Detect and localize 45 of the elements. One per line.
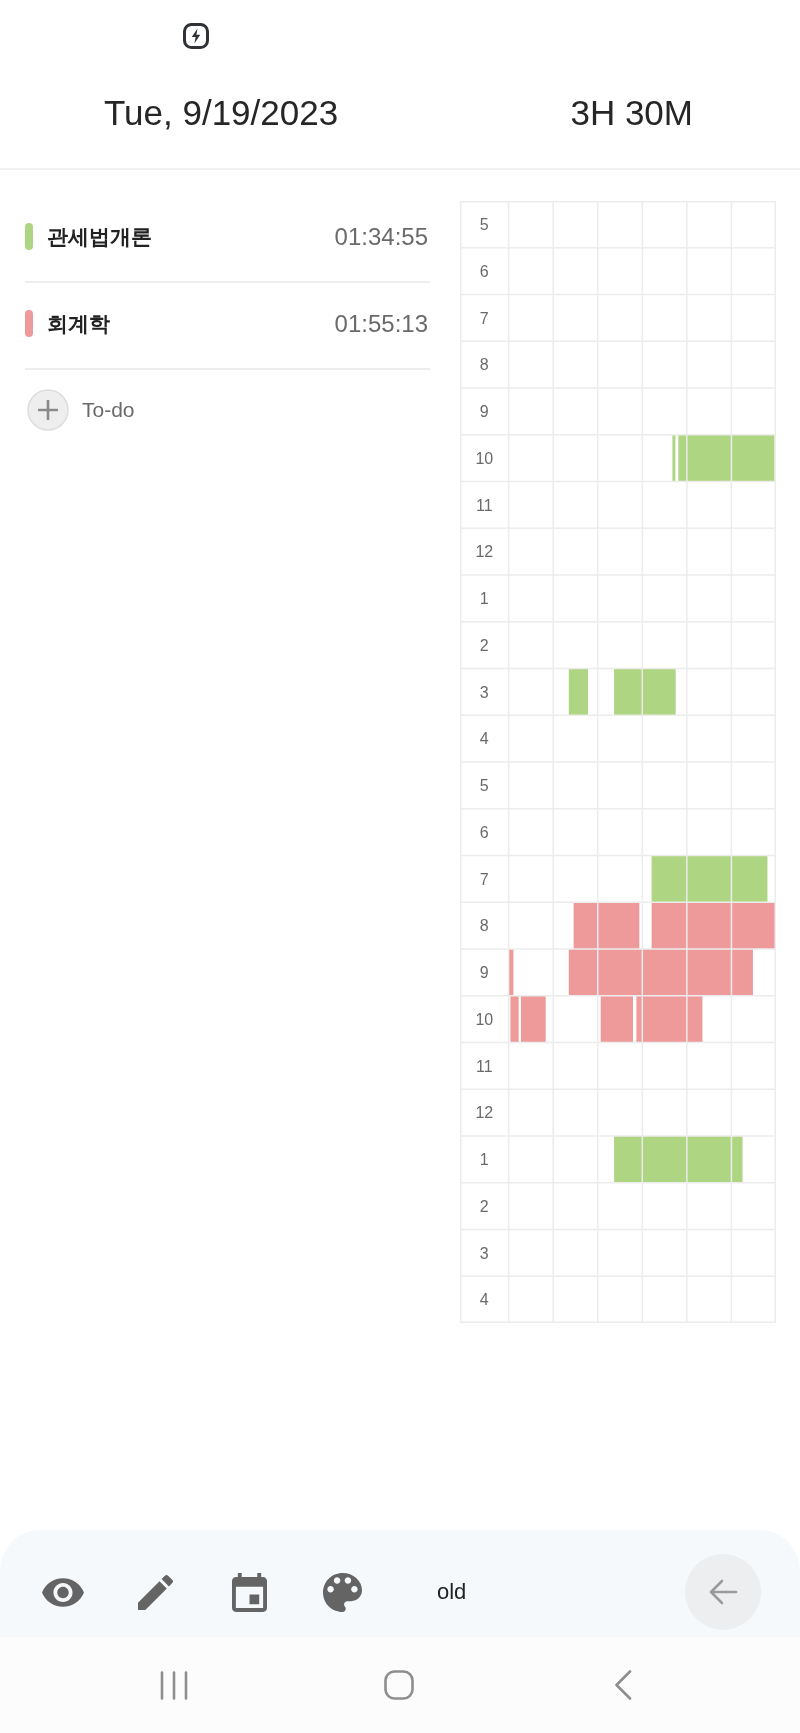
hour-label: 9 [479, 403, 489, 421]
subject-time: 01:55:13 [334, 309, 428, 338]
hour-label: 1 [479, 590, 489, 608]
subject-time: 01:34:55 [334, 222, 428, 251]
hour-label: 4 [479, 730, 489, 748]
hour-label: 4 [479, 1291, 489, 1309]
hour-label: 12 [475, 543, 494, 561]
hour-label: 7 [479, 870, 489, 888]
hour-label: 2 [479, 1197, 489, 1215]
hour-label: 2 [479, 636, 489, 654]
hour-label: 1 [479, 1151, 489, 1169]
hour-label: 5 [479, 777, 489, 795]
hour-label: 8 [479, 917, 489, 935]
home-icon[interactable] [384, 1670, 414, 1700]
time-block [672, 434, 676, 482]
arrow-left-icon [708, 1579, 738, 1605]
hour-label: 6 [479, 262, 489, 280]
hour-label: 11 [476, 1057, 493, 1075]
bolt-icon [183, 23, 209, 49]
recent-apps-icon[interactable] [160, 1670, 188, 1700]
hour-label: 7 [479, 309, 489, 327]
back-icon[interactable] [614, 1670, 632, 1700]
hour-label: 9 [479, 964, 489, 982]
hour-label: 6 [479, 823, 489, 841]
pencil-icon[interactable] [138, 1574, 173, 1610]
hour-label: 10 [475, 1010, 494, 1028]
todo-label[interactable]: To-do [82, 398, 135, 422]
hour-label: 8 [479, 356, 489, 374]
time-block [568, 668, 589, 716]
calendar-icon[interactable] [232, 1572, 267, 1612]
subject-name[interactable]: 관세법개론 [47, 222, 152, 251]
hour-label: 5 [479, 216, 489, 234]
hour-label: 3 [479, 683, 489, 701]
hour-label: 11 [476, 496, 493, 514]
hour-label: 10 [475, 449, 494, 467]
time-block [614, 668, 676, 716]
mode-button[interactable]: old [437, 1579, 467, 1605]
date-title: Tue, 9/19/2023 [104, 93, 339, 133]
total-time: 3H 30M [570, 93, 693, 133]
hour-label: 12 [475, 1104, 494, 1122]
add-icon[interactable] [27, 389, 69, 431]
eye-icon[interactable] [42, 1577, 84, 1607]
subject-name[interactable]: 회계학 [47, 309, 110, 338]
hour-label: 3 [479, 1244, 489, 1262]
palette-icon[interactable] [323, 1572, 362, 1612]
